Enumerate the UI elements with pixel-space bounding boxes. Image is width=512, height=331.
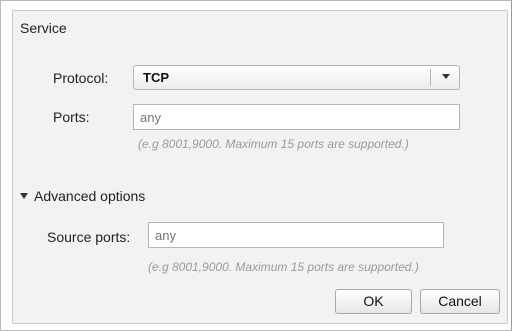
protocol-label: Protocol: (53, 70, 109, 86)
source-ports-hint: (e.g 8001,9000. Maximum 15 ports are sup… (148, 260, 419, 274)
source-ports-label: Source ports: (47, 229, 131, 245)
ok-button[interactable]: OK (335, 289, 412, 314)
ports-hint: (e.g 8001,9000. Maximum 15 ports are sup… (138, 137, 409, 151)
protocol-select[interactable]: TCP (133, 65, 460, 90)
dialog-window (0, 0, 512, 331)
advanced-options-label: Advanced options (34, 188, 146, 204)
protocol-value: TCP (143, 70, 169, 85)
advanced-options-toggle[interactable]: Advanced options (20, 188, 145, 204)
service-panel (12, 10, 508, 324)
chevron-down-icon (442, 74, 450, 79)
caret-down-icon (20, 193, 28, 200)
select-divider (430, 69, 431, 86)
ports-input[interactable] (133, 104, 460, 130)
cancel-button[interactable]: Cancel (420, 289, 500, 314)
section-title: Service (20, 20, 67, 36)
source-ports-input[interactable] (148, 222, 444, 248)
ports-label: Ports: (53, 109, 90, 125)
